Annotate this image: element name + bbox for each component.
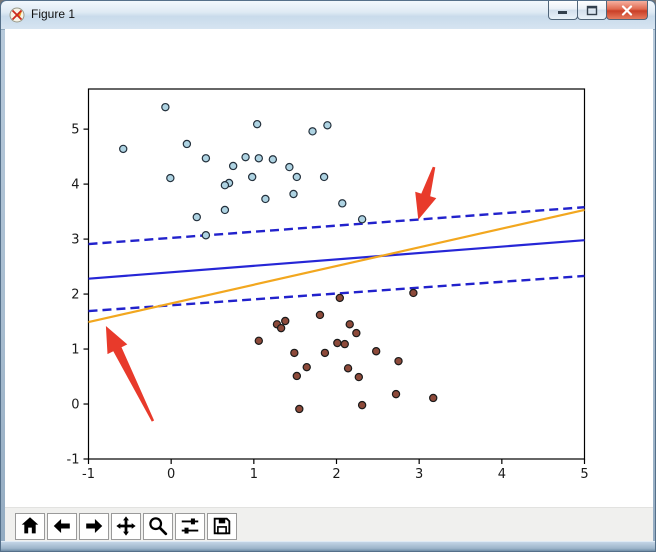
cluster-upper-point	[201, 231, 211, 240]
cluster-upper-point	[261, 194, 270, 204]
toolbar-pan-button[interactable]	[111, 512, 141, 540]
toolbar-home-button[interactable]	[15, 512, 45, 540]
cluster-upper-point	[228, 161, 238, 171]
x-tick-label: 3	[415, 467, 423, 482]
cluster-lower-point	[333, 338, 342, 348]
y-tick-label: 4	[71, 178, 79, 193]
cluster-lower-point	[315, 310, 325, 320]
cluster-lower-point	[394, 356, 403, 366]
home-icon	[21, 517, 39, 534]
cluster-lower-point	[343, 364, 353, 373]
cluster-upper-point	[254, 154, 263, 163]
navigation-toolbar	[5, 507, 653, 544]
cluster-upper-point	[338, 199, 347, 208]
cluster-upper-point	[119, 144, 128, 154]
cluster-upper-point	[161, 102, 170, 112]
cluster-lower-point	[391, 389, 401, 399]
cluster-upper-point	[289, 189, 298, 199]
back-icon	[53, 518, 70, 534]
cluster-lower-point	[254, 336, 263, 345]
x-tick-label: 2	[332, 467, 340, 482]
pan-icon	[116, 516, 136, 536]
cluster-lower-point	[345, 320, 354, 329]
cluster-lower-point	[340, 339, 349, 349]
cluster-upper-point	[319, 172, 329, 182]
cluster-upper-point	[268, 155, 278, 164]
cluster-upper-point	[220, 205, 230, 215]
cluster-upper-point	[201, 154, 211, 163]
y-tick-label: 5	[71, 123, 79, 138]
cluster-upper-point	[192, 212, 201, 222]
plot-svg[interactable]: -1 0 1 2 3 4 5 -1 0 1 2 3 4 5	[5, 29, 653, 507]
cluster-upper-point	[308, 127, 317, 136]
cluster-lower-point	[371, 347, 381, 356]
maximize-button[interactable]	[577, 1, 607, 20]
matplotlib-logo-icon	[9, 7, 25, 23]
cluster-lower-point	[281, 316, 290, 326]
toolbar-back-button[interactable]	[47, 512, 77, 540]
x-tick-label: 5	[580, 467, 588, 482]
cluster-lower-point	[302, 362, 311, 372]
figure-canvas[interactable]: -1 0 1 2 3 4 5 -1 0 1 2 3 4 5	[5, 29, 653, 507]
window-controls	[548, 1, 648, 20]
cluster-upper-point	[285, 162, 294, 172]
y-tick-label: 1	[71, 343, 79, 358]
y-tick-label: 2	[71, 288, 79, 303]
title-bar[interactable]: Figure 1	[1, 1, 655, 30]
y-tick-label: -1	[67, 453, 80, 468]
toolbar-forward-button[interactable]	[79, 512, 109, 540]
cluster-upper-point	[182, 139, 192, 149]
cluster-upper-point	[252, 119, 262, 129]
minimize-button[interactable]	[548, 1, 578, 20]
cluster-lower-point	[357, 400, 367, 410]
toolbar-save-button[interactable]	[207, 512, 237, 540]
toolbar-zoom-button[interactable]	[143, 512, 173, 540]
cluster-lower-point	[320, 348, 330, 358]
window-bottom-border	[1, 541, 655, 551]
close-button[interactable]	[606, 1, 648, 20]
y-tick-label: 3	[71, 233, 79, 248]
cluster-upper-point	[241, 152, 250, 162]
cluster-upper-point	[166, 173, 175, 183]
cluster-lower-point	[276, 323, 286, 333]
cluster-upper-point	[357, 215, 367, 224]
figure-window: Figure 1 -1 0 1 2 3 4 5 -1 0 1 2 3 4 5	[0, 0, 656, 552]
cluster-lower-point	[409, 288, 418, 298]
cluster-lower-point	[295, 404, 304, 414]
close-icon	[621, 4, 633, 16]
minimize-icon	[558, 11, 567, 14]
cluster-lower-point	[290, 348, 299, 358]
cluster-lower-point	[354, 372, 364, 382]
maximize-icon	[586, 5, 598, 15]
toolbar-configure-subplots-button[interactable]	[175, 512, 205, 540]
cluster-upper-point	[323, 121, 332, 130]
cluster-lower-point	[335, 293, 345, 303]
x-tick-label: 1	[250, 467, 258, 482]
x-tick-label: -1	[82, 467, 95, 482]
forward-icon	[86, 518, 103, 534]
x-tick-label: 0	[167, 467, 175, 482]
window-title: Figure 1	[31, 7, 76, 21]
save-icon	[213, 517, 231, 535]
configure-subplots-icon	[181, 518, 199, 534]
y-tick-label: 0	[71, 398, 79, 413]
cluster-upper-point	[247, 172, 257, 182]
cluster-lower-point	[429, 393, 438, 403]
zoom-icon	[149, 517, 168, 536]
x-tick-label: 4	[498, 467, 506, 482]
cluster-upper-point	[220, 181, 230, 190]
cluster-lower-point	[292, 371, 302, 381]
cluster-upper-point	[292, 172, 302, 182]
cluster-lower-point	[352, 328, 361, 338]
